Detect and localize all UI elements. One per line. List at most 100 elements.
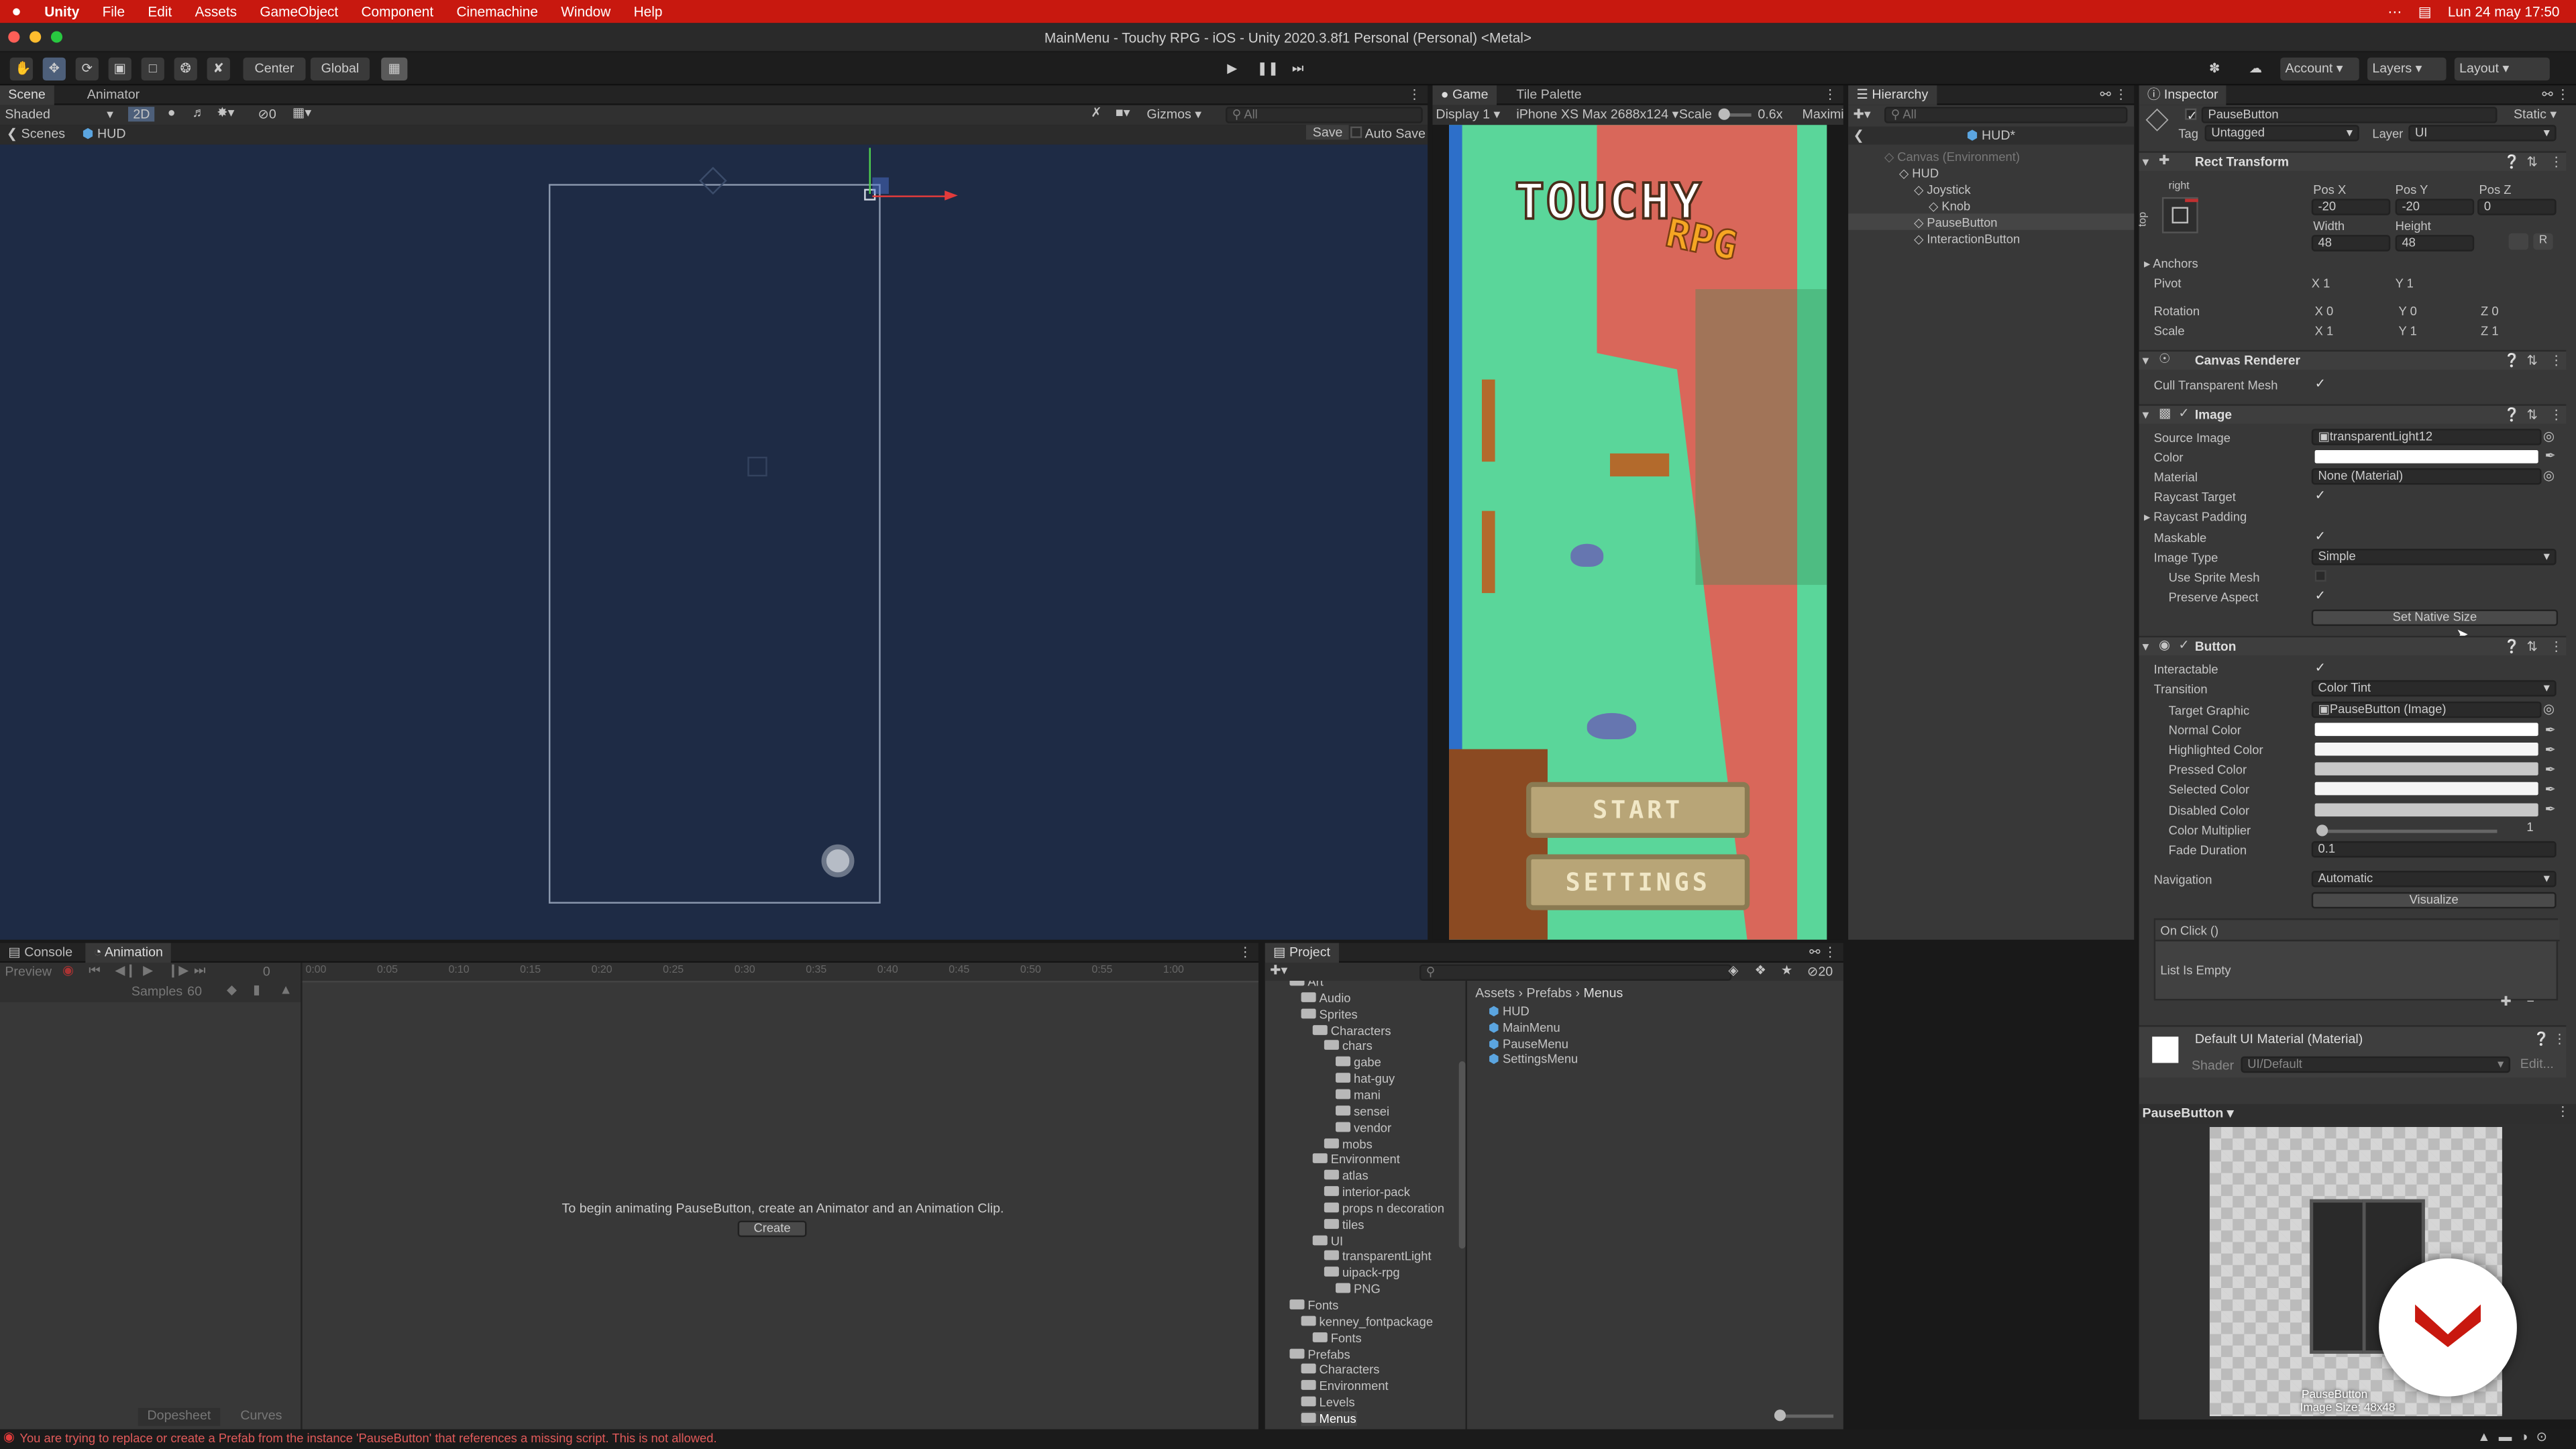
project-folder-item[interactable]: UI (1312, 1233, 1343, 1248)
project-folder-item[interactable]: tiles (1324, 1217, 1364, 1232)
selected-color-swatch[interactable] (2314, 782, 2538, 796)
help-icon[interactable]: ❔ (2504, 354, 2520, 368)
scale-z[interactable]: Z 1 (2481, 323, 2499, 338)
object-name-input[interactable]: PauseButton (2201, 107, 2498, 123)
menu-window[interactable]: Window (549, 3, 622, 19)
project-folder-item[interactable]: interior-pack (1324, 1185, 1410, 1199)
panel-menu-icon[interactable]: ⋮ (1408, 85, 1421, 105)
auto-save-toggle[interactable]: Auto Save (1350, 126, 1426, 142)
audio-icon[interactable]: ♬ (193, 105, 206, 120)
hierarchy-search-input[interactable]: ⚲ All (1884, 107, 2128, 123)
custom-tool-icon[interactable]: ✘ (207, 57, 230, 81)
preserve-aspect-checkbox[interactable]: ✓ (2315, 589, 2326, 602)
project-folder-item[interactable]: Audio (1301, 990, 1351, 1005)
scene-search-input[interactable]: ⚲ All (1225, 107, 1423, 123)
help-icon[interactable]: ❔ (2504, 407, 2520, 422)
layers-dropdown[interactable]: Layers ▾ (2367, 57, 2447, 81)
project-folder-item[interactable]: mobs (1324, 1136, 1373, 1151)
normal-color-swatch[interactable] (2314, 722, 2538, 737)
pressed-color-swatch[interactable] (2314, 762, 2538, 775)
curves-tab[interactable]: Curves (220, 1408, 302, 1426)
tab-hierarchy[interactable]: ☰ Hierarchy (1848, 85, 1937, 105)
camera-dropdown[interactable]: ■▾ (1116, 105, 1130, 120)
animation-menu-icon[interactable]: ⋮ (1239, 943, 1252, 963)
minimize-window-button[interactable] (30, 31, 42, 43)
control-center-icon[interactable]: ▤ (2418, 3, 2432, 21)
raycast-target-checkbox[interactable]: ✓ (2315, 489, 2326, 502)
back-icon[interactable]: ❮ (1853, 128, 1864, 143)
start-button[interactable]: START (1526, 782, 1750, 838)
help-icon[interactable]: ❔ (2533, 1032, 2549, 1046)
navigation-dropdown[interactable]: Automatic ▾ (2311, 870, 2557, 888)
dopesheet-tab[interactable]: Dopesheet (138, 1407, 221, 1426)
timeline-ruler[interactable]: 0:00 0:05 0:10 0:15 0:20 0:25 0:30 0:35 0:40 0:45… (301, 963, 1258, 983)
inspector-menu-icon[interactable]: ⋮ (2557, 85, 2570, 105)
frame-field[interactable]: 0 (263, 965, 270, 979)
object-picker-icon[interactable]: ◎ (2543, 429, 2555, 443)
blueprint-mode-button[interactable] (2508, 233, 2529, 250)
eyedropper-icon[interactable]: ✒ (2545, 449, 2556, 464)
last-key-button[interactable]: ⏭ (194, 963, 206, 979)
presets-icon[interactable]: ⇅ (2527, 407, 2538, 422)
status-icons[interactable]: ▲▬◑⊙ (2477, 1430, 2555, 1444)
canvas-renderer-header[interactable]: ▾ ☉ Canvas Renderer ❔ ⇅ ⋮ (2139, 350, 2567, 370)
raw-edit-button[interactable]: R (2533, 233, 2553, 250)
transition-dropdown[interactable]: Color Tint ▾ (2311, 680, 2557, 697)
hierarchy-item[interactable]: ◇ Knob (1848, 197, 2134, 213)
hierarchy-item[interactable]: ◇ HUD (1848, 164, 2134, 180)
hierarchy-menu-icon[interactable]: ⋮ (2114, 85, 2128, 105)
anchors-label[interactable]: ▸ Anchors (2144, 256, 2198, 271)
play-anim-button[interactable]: ▶ (143, 963, 153, 977)
project-folder-item[interactable]: chars (1324, 1039, 1373, 1054)
project-folder-item[interactable]: gabe (1336, 1055, 1381, 1070)
hidden-packages-icon[interactable]: ⊘20 (1807, 965, 1833, 979)
height-input[interactable]: 48 (2395, 235, 2475, 252)
visualize-button[interactable]: Visualize (2311, 892, 2557, 909)
move-gizmo-y[interactable] (869, 148, 871, 194)
grid-snap-icon[interactable]: ▦ (381, 57, 408, 81)
project-folder-item[interactable]: Fonts (1289, 1298, 1338, 1313)
color-multiplier-slider[interactable] (2316, 824, 2498, 837)
2d-toggle[interactable]: 2D (128, 107, 155, 122)
effects-icon[interactable]: ✸▾ (217, 105, 234, 120)
hierarchy-item[interactable]: ◇ InteractionButton (1848, 230, 2134, 246)
move-tool-icon[interactable]: ✥ (42, 57, 66, 81)
search-by-type-icon[interactable]: ◈ (1728, 963, 1738, 977)
hierarchy-item[interactable]: ◇ Canvas (Environment) (1848, 148, 2134, 164)
project-folder-item[interactable]: Environment (1301, 1379, 1389, 1393)
active-checkbox[interactable]: ✓ (2185, 108, 2198, 122)
material-picker-icon[interactable]: ◎ (2543, 468, 2555, 483)
foldout-icon[interactable]: ▾ (2142, 639, 2149, 654)
anchor-preset-button[interactable] (2161, 197, 2198, 233)
fade-duration-input[interactable]: 0.1 (2311, 841, 2557, 858)
tools-icon[interactable]: ✗ (1091, 105, 1102, 120)
menu-gameobject[interactable]: GameObject (248, 3, 350, 19)
presets-icon[interactable]: ⇅ (2527, 154, 2538, 169)
scale-x[interactable]: X 1 (2315, 323, 2334, 338)
rotation-z[interactable]: Z 0 (2481, 304, 2499, 319)
lighting-icon[interactable]: ● (168, 105, 176, 120)
account-dropdown[interactable]: Account ▾ (2280, 57, 2359, 81)
add-keyframe-icon[interactable]: ◆ (227, 983, 237, 998)
tab-inspector[interactable]: ⓘ Inspector (2139, 85, 2226, 105)
disabled-color-swatch[interactable] (2314, 803, 2538, 817)
shader-dropdown[interactable]: UI/Default ▾ (2241, 1056, 2511, 1073)
project-folder-item[interactable]: props n decoration (1324, 1201, 1444, 1216)
presets-icon[interactable]: ⇅ (2527, 639, 2538, 654)
rect-tool-icon[interactable]: □ (141, 57, 164, 81)
close-window-button[interactable] (8, 31, 20, 43)
project-folder-item[interactable]: transparentLight (1324, 1249, 1432, 1264)
hierarchy-item[interactable]: ◇ PauseButton (1848, 213, 2135, 230)
next-key-button[interactable]: ❙▶ (168, 963, 189, 977)
scale-tool-icon[interactable]: ▣ (108, 57, 131, 81)
source-image-field[interactable]: ▣transparentLight12 (2311, 429, 2542, 445)
target-graphic-field[interactable]: ▣PauseButton (Image) (2311, 701, 2542, 718)
pivot-x[interactable]: X 1 (2312, 276, 2330, 290)
color-swatch[interactable] (2314, 450, 2538, 464)
material-field[interactable]: None (Material) (2311, 468, 2542, 485)
tab-project[interactable]: ▤ Project (1265, 943, 1339, 963)
rect-transform-header[interactable]: ▾ ✚ Rect Transform ❔ ⇅ ⋮ (2139, 151, 2567, 171)
settings-button[interactable]: SETTINGS (1526, 854, 1750, 910)
rotation-x[interactable]: X 0 (2315, 304, 2334, 319)
menu-assets[interactable]: Assets (183, 3, 248, 19)
